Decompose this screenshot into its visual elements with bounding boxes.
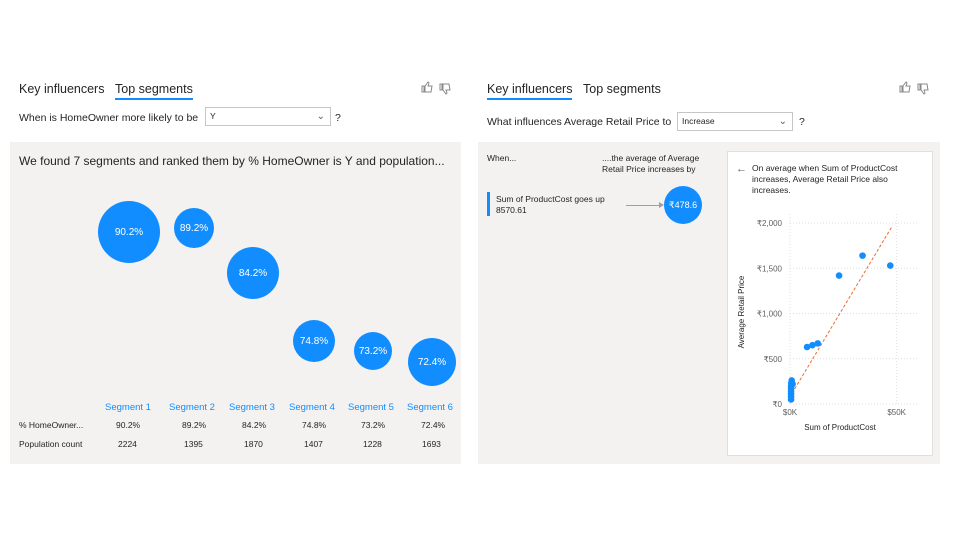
segment-5-bubble[interactable]: 73.2% bbox=[354, 332, 392, 370]
segment-4-pop: 1407 bbox=[304, 439, 323, 449]
bubble-label: 90.2% bbox=[114, 226, 144, 238]
segment-1-label[interactable]: Segment 1 bbox=[105, 402, 151, 413]
bubble-label: 72.4% bbox=[417, 356, 447, 368]
segment-2-pop: 1395 bbox=[184, 439, 203, 449]
segment-2-pct: 89.2% bbox=[182, 420, 207, 430]
segment-5-pct: 73.2% bbox=[361, 420, 386, 430]
y-tick-label: ₹1,000 bbox=[757, 310, 783, 319]
select-value: Y bbox=[210, 111, 216, 121]
question-suffix: ? bbox=[335, 112, 341, 124]
scatter-point bbox=[814, 340, 822, 347]
detail-card: ← On average when Sum of ProductCost inc… bbox=[727, 151, 933, 456]
question-prefix: What influences Average Retail Price to bbox=[487, 116, 672, 128]
segment-1-pop: 2224 bbox=[118, 439, 137, 449]
target-value-select[interactable]: Increase ⌄ bbox=[677, 112, 793, 131]
tab-key-influencers[interactable]: Key influencers bbox=[487, 82, 573, 100]
bubble-label: 89.2% bbox=[179, 222, 209, 234]
influencer-value: ₹478.6 bbox=[668, 199, 698, 210]
y-axis-label: Average Retail Price bbox=[737, 275, 746, 348]
bubble-label: 84.2% bbox=[238, 267, 268, 279]
influencer-selected-bar bbox=[487, 192, 490, 216]
segment-5-label[interactable]: Segment 5 bbox=[348, 402, 394, 413]
scatter-point bbox=[789, 380, 796, 388]
row-label-population: Population count bbox=[19, 439, 83, 449]
question-prefix: When is HomeOwner more likely to be bbox=[19, 112, 199, 124]
x-tick-label: $0K bbox=[783, 408, 798, 417]
tab-key-influencers[interactable]: Key influencers bbox=[19, 82, 104, 96]
select-value: Increase bbox=[682, 116, 715, 126]
segment-3-bubble[interactable]: 84.2% bbox=[227, 247, 279, 299]
chevron-down-icon: ⌄ bbox=[778, 116, 787, 127]
chart-points bbox=[787, 252, 894, 403]
segment-4-bubble[interactable]: 74.8% bbox=[293, 320, 335, 362]
homeowner-value-select[interactable]: Y ⌄ bbox=[205, 107, 331, 126]
segment-2-bubble[interactable]: 89.2% bbox=[174, 208, 214, 248]
segment-1-pct: 90.2% bbox=[116, 420, 141, 430]
segment-4-pct: 74.8% bbox=[302, 420, 327, 430]
segment-2-label[interactable]: Segment 2 bbox=[169, 402, 215, 413]
thumbs-up-icon[interactable] bbox=[898, 80, 912, 97]
when-header: When... bbox=[487, 153, 517, 163]
question-suffix: ? bbox=[799, 116, 805, 128]
segments-panel: We found 7 segments and ranked them by %… bbox=[10, 142, 461, 464]
bubble-label: 73.2% bbox=[358, 345, 388, 357]
influencers-panel: When... ....the average of Average Retai… bbox=[478, 142, 940, 464]
connector-line bbox=[626, 205, 662, 206]
scatter-point bbox=[886, 262, 894, 269]
segment-6-bubble[interactable]: 72.4% bbox=[408, 338, 456, 386]
trendline bbox=[791, 225, 893, 394]
chart-grid bbox=[789, 214, 918, 405]
scatter-point bbox=[859, 252, 866, 259]
chevron-down-icon: ⌄ bbox=[316, 111, 325, 122]
segment-6-pop: 1693 bbox=[422, 439, 441, 449]
row-label-homeowner: % HomeOwner... bbox=[19, 420, 84, 430]
bubble-label: 74.8% bbox=[299, 335, 329, 347]
segment-3-pop: 1870 bbox=[244, 439, 263, 449]
then-header: ....the average of Average Retail Price … bbox=[602, 153, 700, 174]
y-tick-label: ₹1,500 bbox=[757, 264, 783, 273]
segments-headline: We found 7 segments and ranked them by %… bbox=[19, 154, 445, 168]
scatter-point bbox=[835, 272, 843, 279]
thumbs-up-icon[interactable] bbox=[420, 80, 434, 97]
segment-6-label[interactable]: Segment 6 bbox=[407, 402, 453, 413]
segment-5-pop: 1228 bbox=[363, 439, 382, 449]
y-tick-label: ₹0 bbox=[772, 400, 782, 409]
scatter-chart: ₹0 ₹500 ₹1,000 ₹1,500 ₹2,000 $0K $50K Sum of P… bbox=[737, 214, 918, 432]
segment-6-pct: 72.4% bbox=[421, 420, 446, 430]
x-axis-label: Sum of ProductCost bbox=[804, 423, 876, 432]
y-tick-label: ₹500 bbox=[764, 355, 783, 364]
influencer-value-bubble[interactable]: ₹478.6 bbox=[664, 186, 702, 224]
segment-3-label[interactable]: Segment 3 bbox=[229, 402, 275, 413]
chart-ticks: ₹0 ₹500 ₹1,000 ₹1,500 ₹2,000 $0K $50K bbox=[757, 219, 907, 417]
influencer-label[interactable]: Sum of ProductCost goes up 8570.61 bbox=[496, 194, 611, 216]
tab-top-segments[interactable]: Top segments bbox=[583, 82, 661, 96]
y-tick-label: ₹2,000 bbox=[757, 219, 783, 228]
segment-4-label[interactable]: Segment 4 bbox=[289, 402, 335, 413]
x-tick-label: $50K bbox=[887, 408, 906, 417]
tab-top-segments[interactable]: Top segments bbox=[115, 82, 193, 100]
segment-3-pct: 84.2% bbox=[242, 420, 267, 430]
segment-1-bubble[interactable]: 90.2% bbox=[98, 201, 160, 263]
thumbs-down-icon[interactable] bbox=[438, 82, 452, 99]
chart-trendline bbox=[791, 225, 893, 394]
thumbs-down-icon[interactable] bbox=[916, 82, 930, 99]
